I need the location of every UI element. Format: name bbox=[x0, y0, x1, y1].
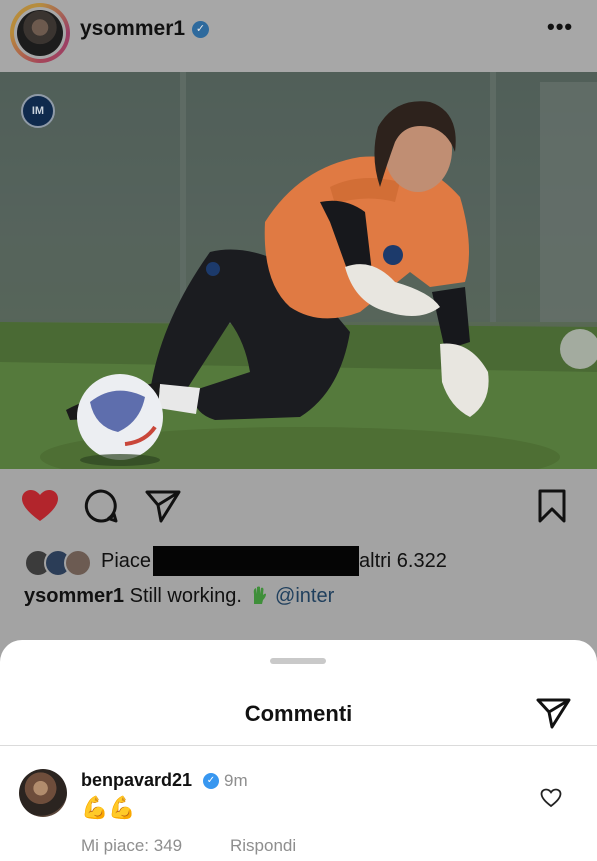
send-icon[interactable] bbox=[144, 488, 182, 524]
club-logo: IM bbox=[21, 94, 55, 128]
post-image[interactable]: IM bbox=[0, 72, 597, 469]
reply-button[interactable]: Rispondi bbox=[230, 836, 296, 856]
profile-avatar[interactable] bbox=[10, 3, 70, 63]
likes-count[interactable]: altri 6.322 bbox=[359, 550, 447, 573]
caption-username[interactable]: ysommer1 bbox=[24, 585, 124, 607]
likes-prefix: Piace bbox=[101, 550, 152, 572]
goalkeeper-photo bbox=[0, 72, 597, 469]
comment-like-heart-icon[interactable] bbox=[540, 788, 562, 808]
commenter-avatar[interactable] bbox=[19, 769, 67, 817]
verified-badge-icon: ✓ bbox=[203, 773, 219, 789]
comments-title: Commenti bbox=[244, 701, 353, 726]
more-options-icon[interactable]: ••• bbox=[547, 14, 573, 40]
post-header: ysommer1 ✓ ••• bbox=[0, 0, 597, 72]
glove-icon bbox=[254, 586, 267, 604]
share-comments-icon[interactable] bbox=[536, 696, 572, 730]
verified-badge-icon: ✓ bbox=[192, 21, 209, 38]
caption-mention[interactable]: @inter bbox=[275, 585, 334, 607]
commenter-username[interactable]: benpavard21 bbox=[81, 770, 192, 791]
comments-sheet: Commenti benpavard21 ✓ 9m 💪💪 Mi piace: 3… bbox=[0, 640, 597, 861]
comment-icon[interactable] bbox=[83, 488, 119, 524]
comment-text: 💪💪 bbox=[81, 795, 136, 820]
comment-likes-count[interactable]: Mi piace: 349 bbox=[81, 836, 182, 856]
liker-avatar bbox=[64, 549, 92, 577]
bookmark-icon[interactable] bbox=[537, 488, 567, 524]
sheet-grabber[interactable] bbox=[270, 658, 326, 664]
liker-avatars bbox=[24, 547, 94, 577]
caption-text: Still working. bbox=[129, 585, 242, 607]
comment-time: 9m bbox=[224, 771, 248, 790]
post-caption: ysommer1 Still working. @inter bbox=[24, 585, 334, 608]
post-actions: Piace altri 6.322 ysommer1 Still working… bbox=[0, 469, 597, 639]
redacted-block bbox=[153, 546, 359, 576]
post-username[interactable]: ysommer1 bbox=[80, 17, 185, 41]
heart-icon[interactable] bbox=[21, 489, 59, 523]
sheet-divider bbox=[0, 745, 597, 746]
